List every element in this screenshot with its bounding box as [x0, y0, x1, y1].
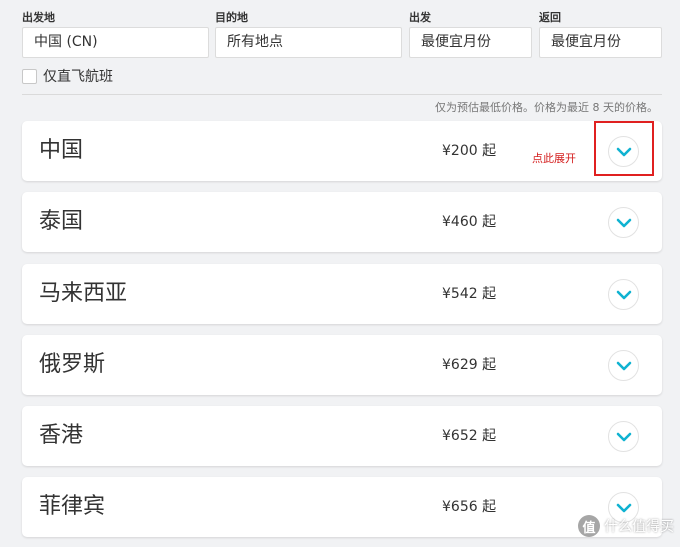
return-input[interactable]: 最便宜月份 [539, 27, 662, 58]
annotation-label: 点此展开 [532, 152, 576, 165]
chevron-down-icon [616, 432, 631, 441]
watermark-text: 什么值得买 [604, 519, 674, 535]
destination-price: ¥460 起 [442, 214, 497, 230]
chevron-down-icon [616, 290, 631, 299]
depart-input[interactable]: 最便宜月份 [409, 27, 532, 58]
destination-name: 中国 [39, 138, 84, 163]
destination-name: 马来西亚 [39, 281, 128, 306]
divider [22, 94, 662, 95]
watermark-logo-icon: 值 [578, 515, 600, 537]
destination-card[interactable]: 菲律宾 ¥656 起 [22, 477, 662, 537]
destination-price: ¥629 起 [442, 357, 497, 373]
direct-only-checkbox[interactable] [22, 68, 37, 84]
chevron-down-icon [616, 218, 631, 227]
destination-name: 俄罗斯 [39, 352, 106, 377]
destination-label: 目的地 [215, 11, 248, 24]
destination-card[interactable]: 泰国 ¥460 起 [22, 192, 662, 252]
origin-input[interactable]: 中国 (CN) [22, 27, 209, 58]
destination-card[interactable]: 马来西亚 ¥542 起 [22, 264, 662, 324]
destination-name: 香港 [39, 423, 84, 448]
depart-label: 出发 [409, 11, 431, 24]
depart-field: 出发 最便宜月份 [409, 10, 532, 58]
origin-field: 出发地 中国 (CN) [22, 10, 209, 58]
destination-field: 目的地 所有地点 [215, 10, 402, 58]
return-field: 返回 最便宜月份 [539, 10, 662, 58]
chevron-down-icon [616, 503, 631, 512]
price-note: 仅为预估最低价格。价格为最近 8 天的价格。 [435, 101, 658, 114]
destination-price: ¥542 起 [442, 286, 497, 302]
origin-label: 出发地 [22, 11, 55, 24]
expand-button[interactable] [608, 350, 639, 381]
direct-only-option[interactable]: 仅直飞航班 [22, 66, 113, 86]
search-filters: 出发地 中国 (CN) 目的地 所有地点 出发 最便宜月份 返回 最便宜月份 [22, 10, 662, 58]
destination-card[interactable]: 香港 ¥652 起 [22, 406, 662, 466]
expand-button[interactable] [608, 421, 639, 452]
annotation-highlight-box [594, 121, 654, 176]
expand-button[interactable] [608, 279, 639, 310]
destination-price: ¥652 起 [442, 428, 497, 444]
direct-only-label: 仅直飞航班 [43, 69, 113, 85]
destination-price: ¥656 起 [442, 499, 497, 515]
watermark: 值 什么值得买 [578, 515, 674, 537]
expand-button[interactable] [608, 207, 639, 238]
destination-name: 菲律宾 [39, 494, 106, 519]
destination-card[interactable]: 俄罗斯 ¥629 起 [22, 335, 662, 395]
chevron-down-icon [616, 361, 631, 370]
destination-input[interactable]: 所有地点 [215, 27, 402, 58]
return-label: 返回 [539, 11, 561, 24]
destination-price: ¥200 起 [442, 143, 497, 159]
destination-name: 泰国 [39, 209, 84, 234]
